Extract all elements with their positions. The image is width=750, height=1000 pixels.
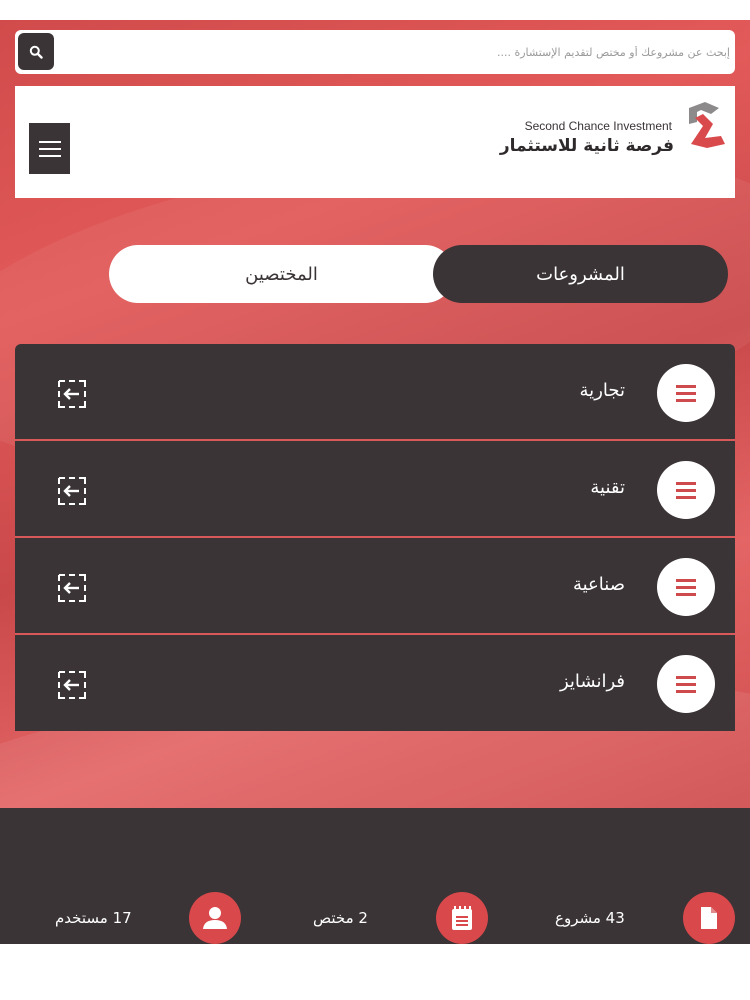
stat-projects-text: 43 مشروع — [555, 909, 625, 927]
category-list: تجارية تقنية صناعية فرانشايز — [15, 344, 735, 731]
logo-icon — [689, 102, 725, 148]
search-input[interactable] — [65, 34, 730, 70]
top-strip — [0, 0, 750, 20]
list-item-label: تجارية — [579, 380, 625, 401]
stat-projects: 43 مشروع — [555, 892, 735, 944]
list-item-commercial[interactable]: تجارية — [15, 344, 735, 441]
enter-icon[interactable] — [57, 476, 87, 506]
logo-text-english: Second Chance Investment — [524, 119, 672, 133]
stat-users-text: 17 مستخدم — [55, 909, 132, 927]
list-icon — [657, 364, 715, 422]
hamburger-icon-line — [38, 140, 61, 143]
list-icon — [657, 655, 715, 713]
header: Second Chance Investment فرصة ثانية للاس… — [15, 86, 735, 198]
footer-stats: 43 مشروع 2 مختص 17 مستخدم — [0, 808, 750, 944]
list-icon — [657, 461, 715, 519]
list-item-label: تقنية — [590, 477, 625, 498]
list-item-label: فرانشايز — [559, 671, 625, 692]
list-item-industrial[interactable]: صناعية — [15, 538, 735, 635]
logo-text-arabic: فرصة ثانية للاستثمار — [499, 136, 674, 156]
stat-specialists: 2 مختص — [313, 892, 488, 944]
list-icon — [657, 558, 715, 616]
list-item-technical[interactable]: تقنية — [15, 441, 735, 538]
tab-projects[interactable]: المشروعات — [433, 245, 728, 303]
enter-icon[interactable] — [57, 670, 87, 700]
hamburger-icon-line — [38, 154, 61, 157]
hamburger-icon-line — [38, 147, 61, 150]
stat-specialists-text: 2 مختص — [313, 909, 368, 927]
enter-icon[interactable] — [57, 573, 87, 603]
search-bar — [15, 30, 735, 74]
tabs: المختصين المشروعات — [109, 245, 728, 303]
notepad-icon — [436, 892, 488, 944]
document-icon — [683, 892, 735, 944]
enter-icon[interactable] — [57, 379, 87, 409]
list-item-franchise[interactable]: فرانشايز — [15, 635, 735, 731]
bottom-area — [0, 944, 750, 1000]
menu-button[interactable] — [29, 123, 70, 174]
user-icon — [189, 892, 241, 944]
search-button[interactable] — [18, 33, 54, 70]
search-icon — [29, 45, 43, 59]
stat-users: 17 مستخدم — [55, 892, 241, 944]
list-item-label: صناعية — [572, 574, 625, 595]
tab-specialists[interactable]: المختصين — [109, 245, 454, 303]
